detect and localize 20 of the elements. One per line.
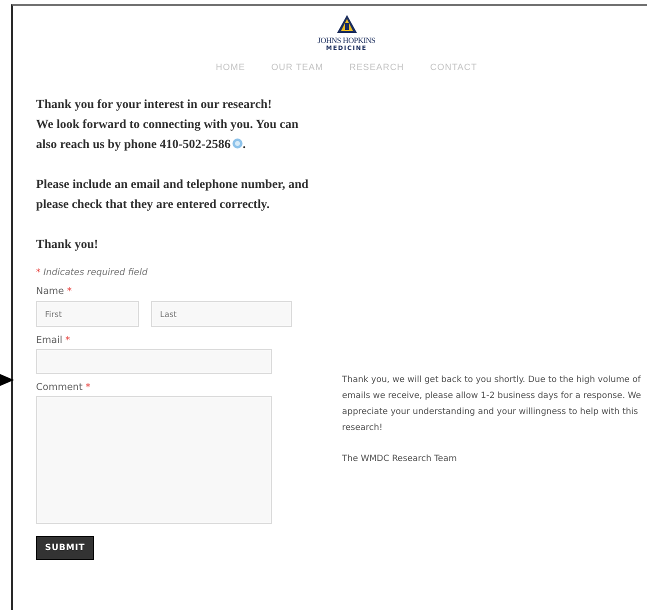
email-field[interactable] [36,349,272,374]
comment-field[interactable] [36,396,272,524]
thanks-text: Thank you! [36,236,100,253]
field-label: Email * [36,335,72,346]
nav-link[interactable]: HOME [216,62,246,72]
nav-link[interactable]: RESEARCH [349,62,404,72]
intro-text: Thank you for your interest in our research! We look forward to connecting with you. You can also reach us by phone 410-502-2586 . [36,96,300,153]
field-label: Comment * [36,382,92,393]
phone-icon[interactable] [232,138,243,149]
confirmation-text: Thank you, we will get back to you shortly. Due to the high volume of emails we receive, please allow 1-2 business days for a response. We appreciate your understanding and your willingness to help with this research! [342,374,642,435]
instructions-text: Please include an email and telephone number, and please check that they are entered correctly. [36,176,310,213]
signature-text: The WMDC Research Team [342,453,458,466]
last-name-field[interactable]: Last [151,301,292,327]
submit-button[interactable]: SUBMIT [36,536,94,560]
first-name-field[interactable]: First [36,301,139,327]
required-note: * Indicates required field [36,268,149,278]
field-label: Name * [36,286,73,297]
arrow-icon [0,374,14,386]
nav-link[interactable]: CONTACT [430,62,478,72]
nav-link[interactable]: OUR TEAM [271,62,324,72]
